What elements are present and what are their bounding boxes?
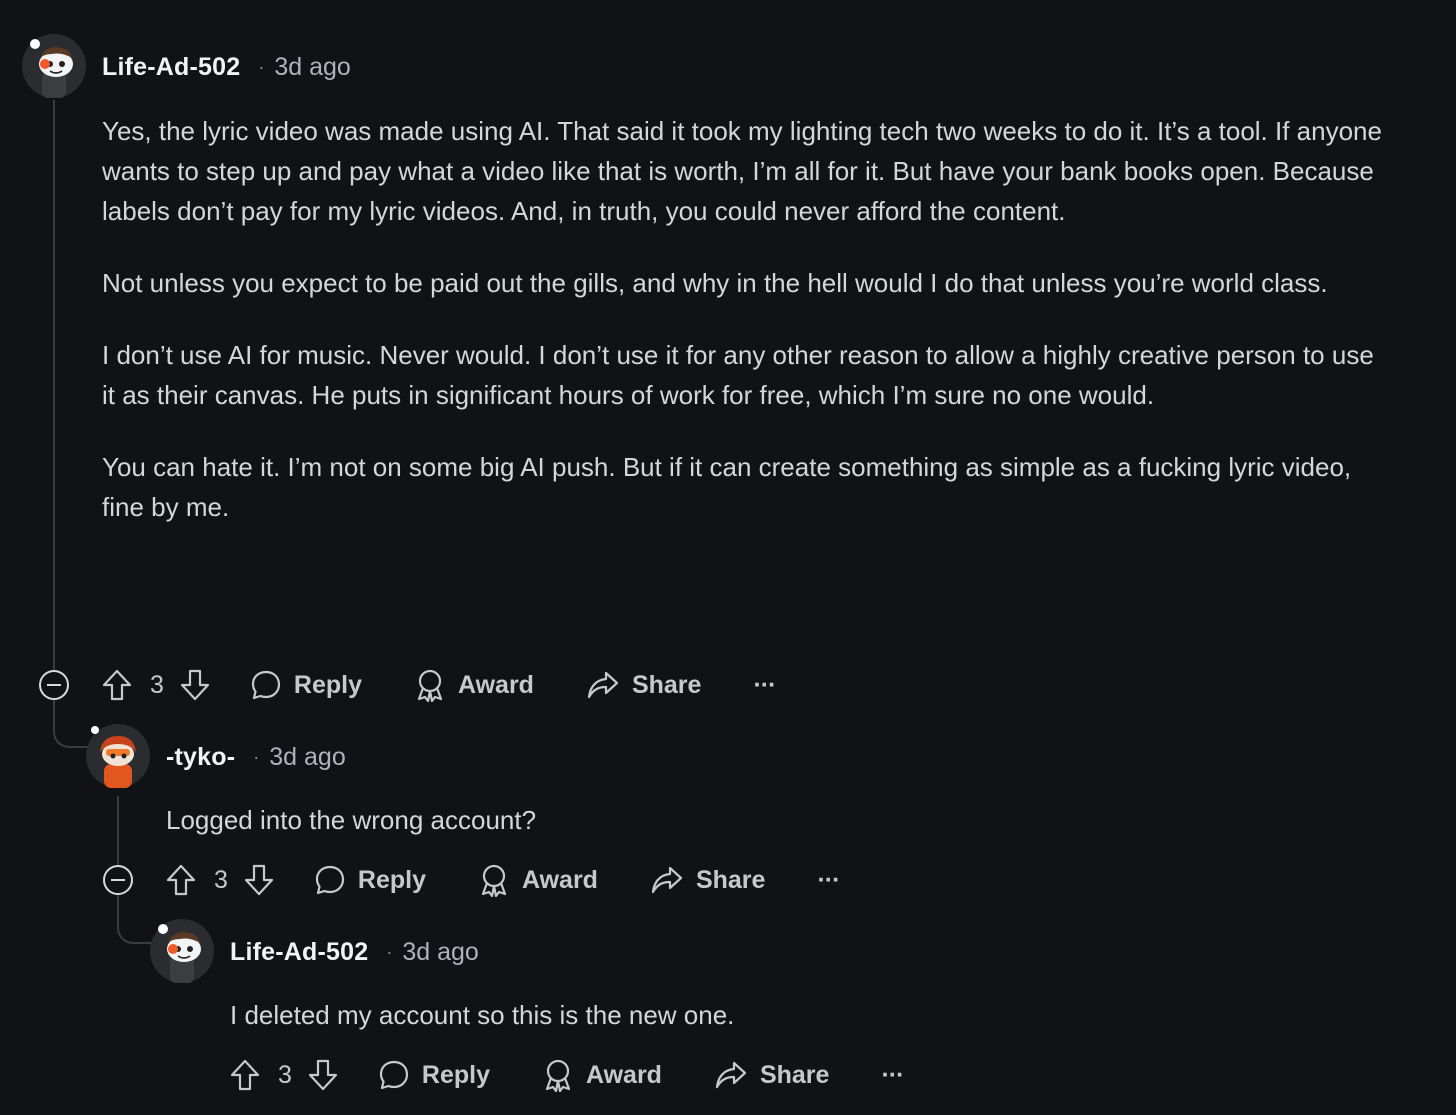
award-ribbon-icon bbox=[481, 864, 507, 897]
reply-button[interactable]: Reply bbox=[250, 669, 362, 701]
award-button[interactable]: Award bbox=[414, 668, 534, 702]
arrow-up-icon bbox=[166, 864, 196, 896]
upvote-button[interactable] bbox=[164, 863, 198, 897]
timestamp[interactable]: 3d ago bbox=[269, 743, 345, 772]
share-label: Share bbox=[759, 1060, 830, 1089]
comment-body: Logged into the wrong account? bbox=[166, 800, 1366, 840]
reply-button[interactable]: Reply bbox=[378, 1059, 490, 1091]
arrow-down-icon bbox=[180, 669, 210, 701]
upvote-button[interactable] bbox=[228, 1058, 262, 1092]
award-label: Award bbox=[522, 865, 598, 894]
downvote-button[interactable] bbox=[306, 1058, 340, 1092]
speech-bubble-icon bbox=[315, 865, 345, 895]
speech-bubble-icon bbox=[251, 670, 281, 700]
share-label: Share bbox=[631, 670, 702, 699]
username-link[interactable]: Life-Ad-502 bbox=[230, 938, 368, 967]
vote-count: 3 bbox=[278, 1060, 292, 1089]
separator-dot: · bbox=[386, 941, 393, 962]
thread-line-2 bbox=[117, 796, 119, 866]
comment-actions: 3 Reply Award Share ··· bbox=[100, 663, 776, 707]
comment-paragraph: I deleted my account so this is the new … bbox=[230, 1000, 735, 1030]
reply-button[interactable]: Reply bbox=[314, 864, 426, 896]
share-arrow-icon bbox=[715, 1061, 747, 1089]
avatar[interactable] bbox=[150, 919, 214, 983]
upvote-button[interactable] bbox=[100, 668, 134, 702]
ellipsis-icon: ··· bbox=[817, 865, 840, 894]
reply-label: Reply bbox=[357, 865, 426, 894]
comment-paragraph: Yes, the lyric video was made using AI. … bbox=[102, 116, 1382, 226]
share-arrow-icon bbox=[587, 671, 619, 699]
reply-label: Reply bbox=[421, 1060, 490, 1089]
award-button[interactable]: Award bbox=[542, 1058, 662, 1092]
separator-dot: · bbox=[253, 746, 260, 767]
comment-paragraph: I don’t use AI for music. Never would. I… bbox=[102, 340, 1374, 410]
downvote-button[interactable] bbox=[178, 668, 212, 702]
comment-header: Life-Ad-502 · 3d ago bbox=[102, 47, 351, 87]
award-label: Award bbox=[458, 670, 534, 699]
snoo-avatar-icon bbox=[150, 919, 214, 983]
share-arrow-icon bbox=[651, 866, 683, 894]
username-link[interactable]: -tyko- bbox=[166, 743, 235, 772]
award-button[interactable]: Award bbox=[478, 863, 598, 897]
comment-actions: 3 Reply Award Share ··· bbox=[228, 1053, 904, 1097]
comment-actions: 3 Reply Award Share ··· bbox=[164, 858, 840, 902]
arrow-up-icon bbox=[102, 669, 132, 701]
collapse-thread-button[interactable] bbox=[39, 670, 69, 700]
vote-count: 3 bbox=[150, 670, 164, 699]
vote-count: 3 bbox=[214, 865, 228, 894]
comment-header: Life-Ad-502 · 3d ago bbox=[230, 932, 479, 972]
more-options-button[interactable]: ··· bbox=[753, 670, 776, 700]
avatar[interactable] bbox=[22, 34, 86, 98]
downvote-button[interactable] bbox=[242, 863, 276, 897]
share-label: Share bbox=[695, 865, 766, 894]
snoo-avatar-icon bbox=[22, 34, 86, 98]
comment-paragraph: Not unless you expect to be paid out the… bbox=[102, 268, 1328, 298]
separator-dot: · bbox=[258, 56, 265, 77]
collapse-thread-button[interactable] bbox=[103, 865, 133, 895]
avatar[interactable] bbox=[86, 724, 150, 788]
username-link[interactable]: Life-Ad-502 bbox=[102, 53, 240, 82]
comment-paragraph: You can hate it. I’m not on some big AI … bbox=[102, 452, 1352, 522]
comment-body: Yes, the lyric video was made using AI. … bbox=[102, 111, 1392, 527]
timestamp[interactable]: 3d ago bbox=[274, 53, 350, 82]
award-ribbon-icon bbox=[545, 1059, 571, 1092]
arrow-down-icon bbox=[308, 1059, 338, 1091]
speech-bubble-icon bbox=[379, 1060, 409, 1090]
comment-body: I deleted my account so this is the new … bbox=[230, 995, 1380, 1035]
award-ribbon-icon bbox=[417, 669, 443, 702]
ellipsis-icon: ··· bbox=[753, 670, 776, 699]
arrow-up-icon bbox=[230, 1059, 260, 1091]
share-button[interactable]: Share bbox=[586, 669, 701, 701]
thread-line-1 bbox=[53, 100, 55, 670]
ellipsis-icon: ··· bbox=[881, 1060, 904, 1089]
share-button[interactable]: Share bbox=[714, 1059, 829, 1091]
timestamp[interactable]: 3d ago bbox=[402, 938, 478, 967]
more-options-button[interactable]: ··· bbox=[817, 865, 840, 895]
comment-header: -tyko- · 3d ago bbox=[166, 737, 346, 777]
arrow-down-icon bbox=[244, 864, 274, 896]
share-button[interactable]: Share bbox=[650, 864, 765, 896]
award-label: Award bbox=[586, 1060, 662, 1089]
snoo-avatar-icon bbox=[86, 724, 150, 788]
reply-label: Reply bbox=[293, 670, 362, 699]
comment-paragraph: Logged into the wrong account? bbox=[166, 805, 537, 835]
more-options-button[interactable]: ··· bbox=[881, 1060, 904, 1090]
